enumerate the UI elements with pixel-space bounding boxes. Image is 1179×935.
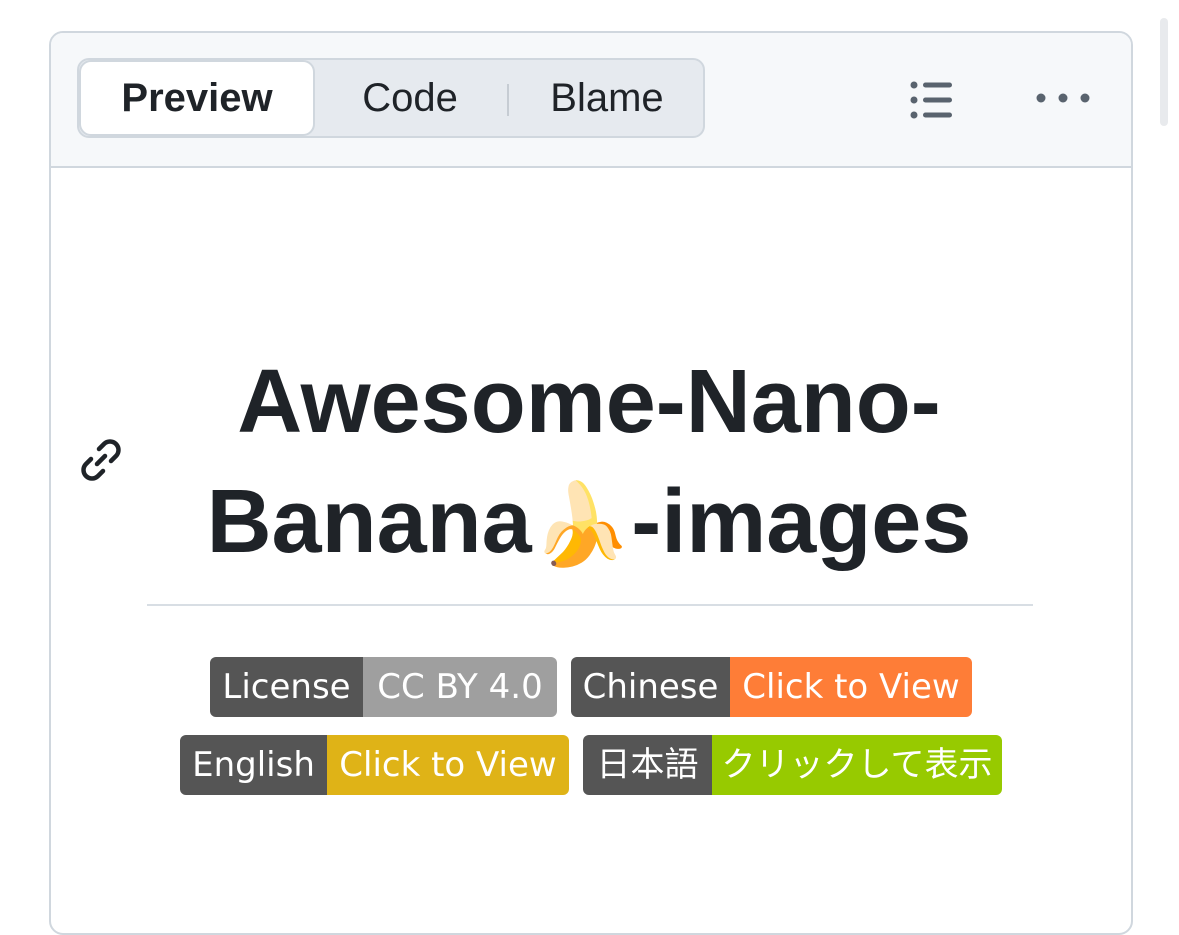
title-word-images: -images (631, 472, 972, 572)
scrollbar-thumb[interactable] (1160, 18, 1168, 126)
badge-chinese-message: Click to View (730, 657, 972, 717)
badge-english[interactable]: English Click to View (180, 735, 569, 795)
badge-japanese-label: 日本語 (583, 735, 712, 795)
badge-license-label: License (210, 657, 363, 717)
badge-license[interactable]: License CC BY 4.0 (210, 657, 557, 717)
view-mode-segmented-control: Preview Code Blame (77, 58, 705, 138)
heading-divider (147, 604, 1033, 606)
link-icon (81, 439, 121, 481)
badge-japanese-message: クリックして表示 (712, 735, 1002, 795)
readme-title: Awesome-Nano- Banana🍌-images (147, 342, 1031, 585)
title-line-2: Banana🍌-images (147, 462, 1031, 585)
tab-blame[interactable]: Blame (527, 60, 687, 136)
more-options-button[interactable] (1033, 83, 1093, 113)
badge-english-label: English (180, 735, 327, 795)
badge-english-message: Click to View (327, 735, 569, 795)
list-icon (910, 81, 952, 119)
readme-content: Awesome-Nano- Banana🍌-images License CC … (51, 168, 1131, 933)
segment-divider (507, 84, 509, 116)
badge-chinese[interactable]: Chinese Click to View (571, 657, 972, 717)
banana-emoji-icon: 🍌 (531, 480, 632, 569)
tab-code[interactable]: Code (331, 60, 489, 136)
badge-license-message: CC BY 4.0 (363, 657, 557, 717)
badge-japanese[interactable]: 日本語 クリックして表示 (583, 735, 1002, 795)
title-word-banana: Banana (206, 472, 532, 572)
tab-preview[interactable]: Preview (79, 60, 315, 136)
outline-button[interactable] (901, 73, 961, 125)
file-view-panel: Preview Code Blame Awesome-Nano- Banana🍌… (49, 31, 1133, 935)
file-toolbar: Preview Code Blame (51, 33, 1131, 168)
badge-chinese-label: Chinese (571, 657, 730, 717)
heading-anchor-link[interactable] (77, 436, 125, 489)
more-icon (1036, 93, 1090, 103)
title-line-1: Awesome-Nano- (237, 352, 941, 452)
